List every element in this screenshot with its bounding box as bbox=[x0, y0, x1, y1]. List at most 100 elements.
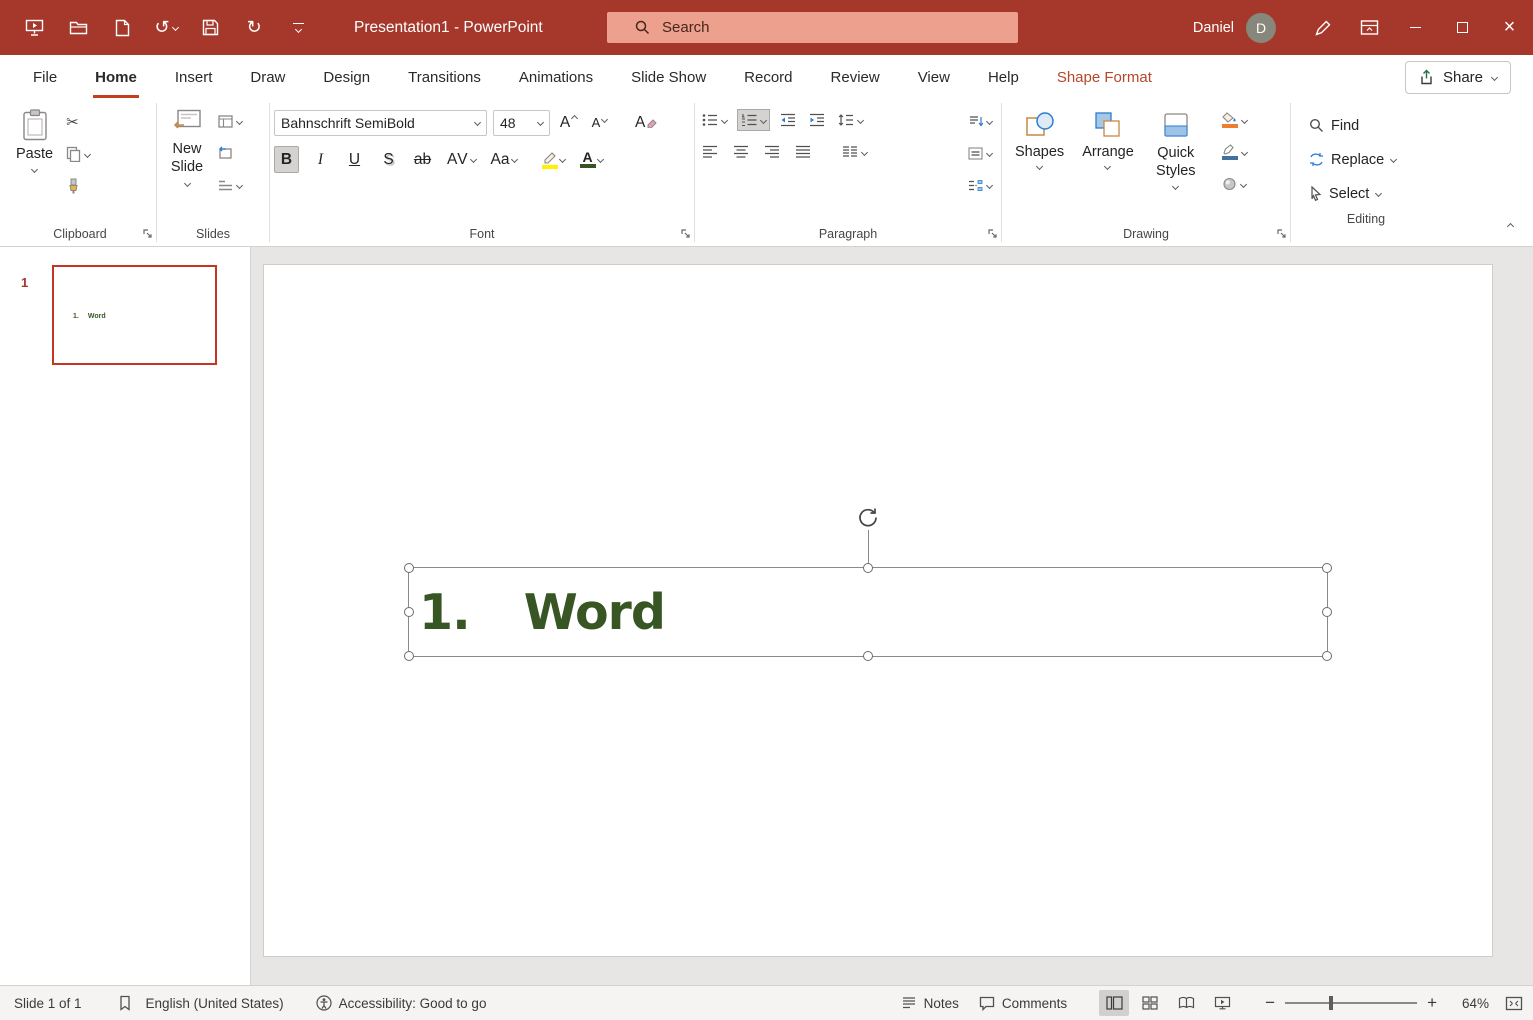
collapse-ribbon-button[interactable] bbox=[1506, 216, 1515, 234]
shape-outline-button[interactable] bbox=[1219, 141, 1250, 163]
tab-insert[interactable]: Insert bbox=[156, 55, 232, 99]
align-center-button[interactable] bbox=[730, 141, 752, 163]
resize-handle-s[interactable] bbox=[863, 651, 873, 661]
bold-button[interactable]: B bbox=[274, 146, 299, 173]
section-button[interactable] bbox=[215, 174, 245, 196]
character-spacing-button[interactable]: AV bbox=[444, 146, 479, 173]
columns-button[interactable] bbox=[839, 141, 870, 163]
new-slide-button[interactable]: New Slide bbox=[161, 101, 213, 188]
italic-button[interactable]: I bbox=[308, 146, 333, 173]
tab-home[interactable]: Home bbox=[76, 55, 156, 99]
slide-sorter-view-button[interactable] bbox=[1135, 990, 1165, 1016]
selected-text-box[interactable]: 1. Word bbox=[404, 508, 1332, 661]
resize-handle-n[interactable] bbox=[863, 563, 873, 573]
clear-formatting-button[interactable]: A bbox=[632, 109, 660, 136]
drawing-dialog-launcher[interactable] bbox=[1276, 228, 1287, 239]
tab-review[interactable]: Review bbox=[812, 55, 899, 99]
copy-chevron-icon[interactable] bbox=[84, 150, 92, 158]
resize-handle-se[interactable] bbox=[1322, 651, 1332, 661]
tab-file[interactable]: File bbox=[14, 55, 76, 99]
close-button[interactable]: × bbox=[1486, 0, 1533, 55]
reset-slide-button[interactable] bbox=[215, 142, 245, 164]
tab-shape-format[interactable]: Shape Format bbox=[1038, 55, 1171, 99]
slide-thumbnail-panel[interactable]: 1 1. Word bbox=[0, 247, 251, 985]
strikethrough-button[interactable]: ab bbox=[410, 146, 435, 173]
undo-dropdown-chevron-icon[interactable] bbox=[171, 23, 179, 32]
resize-handle-e[interactable] bbox=[1322, 607, 1332, 617]
zoom-in-button[interactable]: + bbox=[1427, 993, 1437, 1013]
search-box[interactable]: Search bbox=[607, 12, 1018, 43]
find-button[interactable]: Find bbox=[1305, 113, 1437, 138]
open-button[interactable] bbox=[56, 0, 100, 55]
cut-button[interactable]: ✂ bbox=[63, 111, 93, 133]
normal-view-button[interactable] bbox=[1099, 990, 1130, 1016]
arrange-button[interactable]: Arrange bbox=[1073, 101, 1143, 171]
increase-indent-button[interactable] bbox=[806, 109, 828, 131]
zoom-level[interactable]: 64% bbox=[1447, 996, 1489, 1011]
font-dialog-launcher[interactable] bbox=[680, 228, 691, 239]
slide[interactable]: 1. Word bbox=[263, 264, 1493, 957]
convert-to-smartart-button[interactable] bbox=[965, 174, 995, 196]
replace-button[interactable]: Replace bbox=[1305, 147, 1437, 172]
paragraph-dialog-launcher[interactable] bbox=[987, 228, 998, 239]
save-button[interactable] bbox=[188, 0, 232, 55]
quick-styles-button[interactable]: Quick Styles bbox=[1143, 101, 1209, 191]
comments-button[interactable]: Comments bbox=[979, 996, 1067, 1011]
start-slideshow-button[interactable] bbox=[12, 0, 56, 55]
select-button[interactable]: Select bbox=[1305, 181, 1437, 206]
line-spacing-button[interactable] bbox=[835, 109, 866, 131]
font-name-combobox[interactable]: Bahnschrift SemiBold bbox=[274, 109, 487, 136]
zoom-out-button[interactable]: − bbox=[1265, 993, 1275, 1013]
text-direction-button[interactable] bbox=[965, 110, 995, 132]
resize-handle-sw[interactable] bbox=[404, 651, 414, 661]
tab-slide-show[interactable]: Slide Show bbox=[612, 55, 725, 99]
share-button[interactable]: Share bbox=[1404, 60, 1511, 94]
decrease-indent-button[interactable] bbox=[777, 109, 799, 131]
tab-help[interactable]: Help bbox=[969, 55, 1038, 99]
tab-transitions[interactable]: Transitions bbox=[389, 55, 500, 99]
tab-design[interactable]: Design bbox=[304, 55, 389, 99]
undo-button[interactable]: ↺ bbox=[144, 0, 188, 55]
zoom-slider[interactable] bbox=[1285, 990, 1418, 1016]
inking-button[interactable] bbox=[1300, 0, 1346, 55]
shapes-button[interactable]: Shapes bbox=[1006, 101, 1073, 171]
slide-thumbnail[interactable]: 1. Word bbox=[52, 265, 217, 365]
zoom-slider-thumb[interactable] bbox=[1329, 996, 1334, 1010]
slide-indicator[interactable]: Slide 1 of 1 bbox=[14, 996, 82, 1011]
shape-fill-button[interactable] bbox=[1219, 109, 1250, 131]
minimize-button[interactable] bbox=[1392, 0, 1439, 55]
change-case-button[interactable]: Aa bbox=[488, 146, 520, 173]
text-highlight-button[interactable] bbox=[539, 146, 568, 173]
avatar[interactable]: D bbox=[1246, 12, 1276, 43]
clipboard-dialog-launcher[interactable] bbox=[142, 228, 153, 239]
resize-handle-w[interactable] bbox=[404, 607, 414, 617]
paste-chevron-icon[interactable] bbox=[31, 165, 39, 174]
maximize-button[interactable] bbox=[1439, 0, 1486, 55]
tab-record[interactable]: Record bbox=[725, 55, 811, 99]
numbering-button[interactable] bbox=[737, 109, 770, 131]
user-name[interactable]: Daniel bbox=[1193, 20, 1234, 36]
redo-button[interactable]: ↻ bbox=[232, 0, 276, 55]
tab-view[interactable]: View bbox=[899, 55, 969, 99]
format-painter-button[interactable] bbox=[63, 175, 93, 197]
accessibility-button[interactable]: Accessibility: Good to go bbox=[316, 995, 486, 1011]
text-shadow-button[interactable]: S bbox=[376, 146, 401, 173]
align-left-button[interactable] bbox=[699, 141, 721, 163]
align-right-button[interactable] bbox=[761, 141, 783, 163]
shrink-font-button[interactable]: A bbox=[587, 109, 612, 136]
fit-slide-button[interactable] bbox=[1505, 996, 1523, 1011]
font-color-button[interactable]: A bbox=[577, 146, 606, 173]
resize-handle-ne[interactable] bbox=[1322, 563, 1332, 573]
slide-text[interactable]: 1. Word bbox=[419, 568, 666, 656]
slide-layout-button[interactable] bbox=[215, 110, 245, 132]
copy-button[interactable] bbox=[63, 143, 93, 165]
tab-animations[interactable]: Animations bbox=[500, 55, 612, 99]
language-button[interactable]: English (United States) bbox=[146, 996, 284, 1011]
underline-button[interactable]: U bbox=[342, 146, 367, 173]
customize-qat-button[interactable] bbox=[276, 0, 320, 55]
rotation-handle[interactable] bbox=[856, 505, 880, 529]
resize-handle-nw[interactable] bbox=[404, 563, 414, 573]
paste-button[interactable]: Paste bbox=[8, 101, 61, 174]
slideshow-view-button[interactable] bbox=[1207, 990, 1237, 1016]
font-size-combobox[interactable]: 48 bbox=[493, 109, 550, 136]
